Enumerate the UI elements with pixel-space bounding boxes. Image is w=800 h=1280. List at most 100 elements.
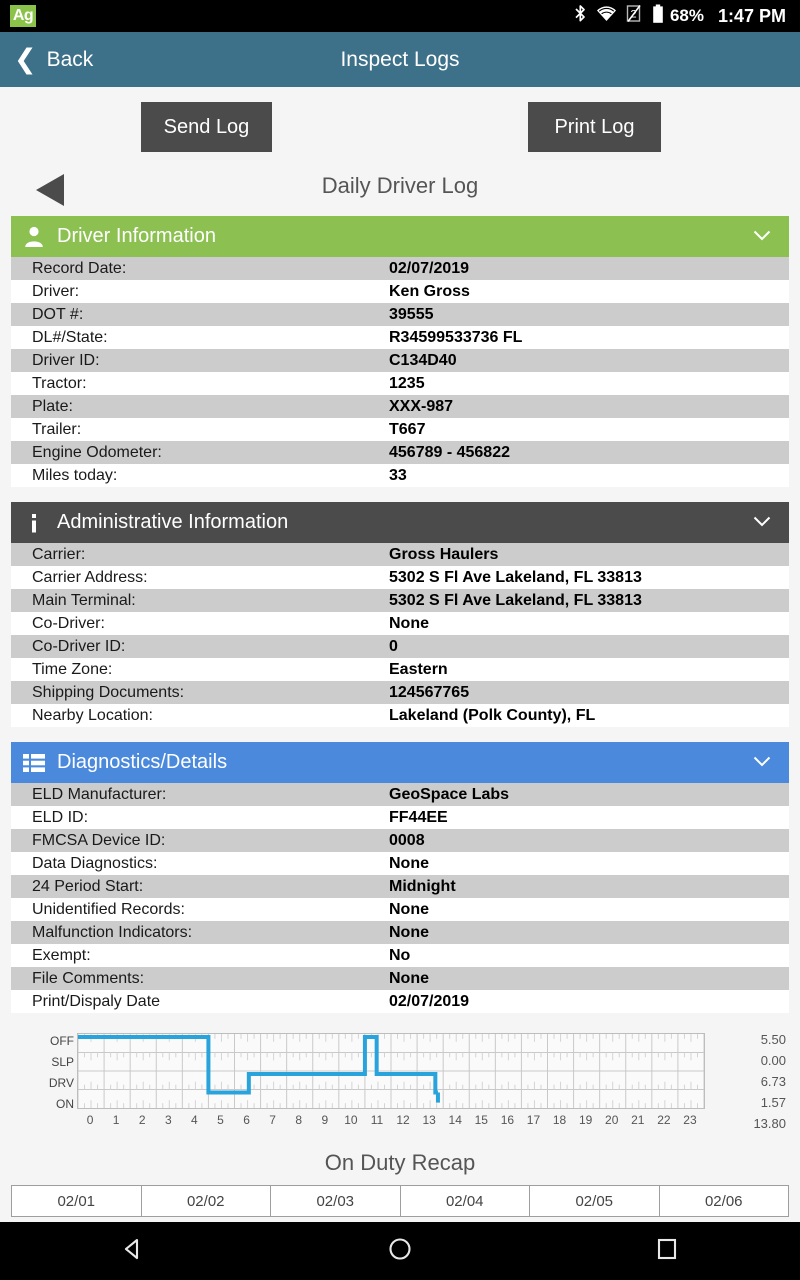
row-value: FF44EE <box>389 808 448 826</box>
row-label: DOT #: <box>32 305 84 323</box>
row-value: 0 <box>389 637 398 655</box>
table-row: Record Date: 02/07/2019 <box>11 257 789 280</box>
section-title: Diagnostics/Details <box>57 751 228 773</box>
duty-status-label: ON <box>56 1097 74 1111</box>
daily-driver-log-title: Daily Driver Log <box>321 173 479 198</box>
table-row: Carrier: Gross Haulers <box>11 543 789 566</box>
on-duty-recap-title: On Duty Recap <box>324 1150 476 1175</box>
recap-column-header: 02/03 <box>271 1186 401 1216</box>
chevron-down-icon[interactable] <box>753 755 771 770</box>
x-axis-tick-label: 15 <box>474 1113 488 1127</box>
row-value: R34599533736 FL <box>389 328 523 346</box>
log-title-row: Daily Driver Log <box>0 160 800 216</box>
row-value: XXX-987 <box>389 397 454 415</box>
table-row: Data Diagnostics: None <box>11 852 789 875</box>
nav-home-icon[interactable] <box>385 1234 415 1269</box>
table-row: DOT #: 39555 <box>11 303 789 326</box>
row-label: Record Date: <box>32 259 127 277</box>
row-value: GeoSpace Labs <box>389 785 510 803</box>
row-label: Carrier Address: <box>32 568 148 586</box>
duty-status-grand-total: 13.80 <box>753 1116 786 1131</box>
row-label: Tractor: <box>32 374 87 392</box>
section-title: Driver Information <box>57 225 216 247</box>
row-label: Trailer: <box>32 420 82 438</box>
android-navigation-bar <box>0 1222 800 1280</box>
section-header-administrative-information[interactable]: Administrative Information <box>11 502 789 543</box>
row-value: 33 <box>389 466 407 484</box>
table-row: Co-Driver ID: 0 <box>11 635 789 658</box>
recap-column-header: 02/04 <box>401 1186 530 1216</box>
duty-status-total: 5.50 <box>760 1032 786 1047</box>
row-value: None <box>389 614 429 632</box>
row-value: 1235 <box>389 374 425 392</box>
row-label: 24 Period Start: <box>32 877 144 895</box>
table-row: Co-Driver: None <box>11 612 789 635</box>
nav-recents-icon[interactable] <box>652 1234 682 1269</box>
x-axis-tick-label: 8 <box>295 1113 303 1127</box>
row-label: DL#/State: <box>32 328 108 346</box>
x-axis-tick-label: 11 <box>370 1113 384 1127</box>
row-label: Co-Driver ID: <box>32 637 126 655</box>
row-value: 02/07/2019 <box>389 259 470 277</box>
row-label: Carrier: <box>32 545 86 563</box>
table-row: Nearby Location: Lakeland (Polk County), … <box>11 704 789 727</box>
wifi-icon <box>596 5 617 27</box>
row-label: Shipping Documents: <box>32 683 185 701</box>
table-row: Shipping Documents: 124567765 <box>11 681 789 704</box>
sim-signal-icon: 2 <box>626 4 643 28</box>
nav-back-icon[interactable] <box>118 1234 148 1269</box>
row-value: 124567765 <box>389 683 470 701</box>
recap-column-header: 02/01 <box>12 1186 142 1216</box>
x-axis-tick-label: 16 <box>500 1113 515 1127</box>
chevron-down-icon[interactable] <box>753 515 771 530</box>
sections-container: Driver Information Record Date: 02/07/2019… <box>0 216 800 1013</box>
person-icon <box>11 225 57 249</box>
section-header-diagnostics-details[interactable]: Diagnostics/Details <box>11 742 789 783</box>
row-value: None <box>389 854 429 872</box>
clock: 1:47 PM <box>717 5 786 26</box>
table-row: Driver ID: C134D40 <box>11 349 789 372</box>
row-value: C134D40 <box>389 351 457 369</box>
log-content-scroll[interactable]: Driver Information Record Date: 02/07/2019… <box>0 216 800 1222</box>
recap-column-header: 02/02 <box>142 1186 271 1216</box>
table-row: Main Terminal: 5302 S Fl Ave Lakeland, FL… <box>11 589 789 612</box>
duty-status-totals: 5.50 0.00 6.73 1.57 13.80 <box>716 1031 786 1136</box>
section-table-driver-information: Record Date: 02/07/2019 Driver: Ken Gross DO… <box>11 257 789 487</box>
recap-column-header: 02/05 <box>530 1186 660 1216</box>
row-label: Main Terminal: <box>32 591 136 609</box>
row-label: Co-Driver: <box>32 614 105 632</box>
row-label: Engine Odometer: <box>32 443 162 461</box>
send-log-button[interactable]: Send Log <box>141 102 272 152</box>
table-row: ELD Manufacturer: GeoSpace Labs <box>11 783 789 806</box>
table-row: Engine Odometer: 456789 - 456822 <box>11 441 789 464</box>
chevron-down-icon[interactable] <box>753 229 771 244</box>
row-label: Driver: <box>32 282 80 300</box>
battery-icon <box>652 4 664 29</box>
x-axis-tick-label: 5 <box>217 1113 224 1127</box>
row-label: Nearby Location: <box>32 706 153 724</box>
section-table-administrative-information: Carrier: Gross Haulers Carrier Address: 530… <box>11 543 789 727</box>
row-value: 39555 <box>389 305 434 323</box>
table-row: Plate: XXX-987 <box>11 395 789 418</box>
row-label: Print/Dispaly Date <box>32 992 161 1010</box>
row-value: T667 <box>389 420 426 438</box>
list-icon <box>11 752 57 774</box>
print-log-button[interactable]: Print Log <box>528 102 661 152</box>
row-label: Plate: <box>32 397 73 415</box>
x-axis-tick-label: 22 <box>657 1113 671 1127</box>
row-label: Driver ID: <box>32 351 100 369</box>
x-axis-tick-label: 0 <box>86 1113 94 1127</box>
duty-status-label: DRV <box>48 1076 74 1090</box>
table-row: Exempt: No <box>11 944 789 967</box>
row-value: 456789 - 456822 <box>389 443 510 461</box>
table-row: Carrier Address: 5302 S Fl Ave Lakeland, … <box>11 566 789 589</box>
row-label: ELD ID: <box>32 808 89 826</box>
row-value: None <box>389 900 429 918</box>
x-axis-tick-label: 21 <box>631 1113 645 1127</box>
page-title: Inspect Logs <box>340 47 460 71</box>
section-header-driver-information[interactable]: Driver Information <box>11 216 789 257</box>
x-axis-tick-label: 19 <box>578 1113 593 1127</box>
row-value: No <box>389 946 411 964</box>
